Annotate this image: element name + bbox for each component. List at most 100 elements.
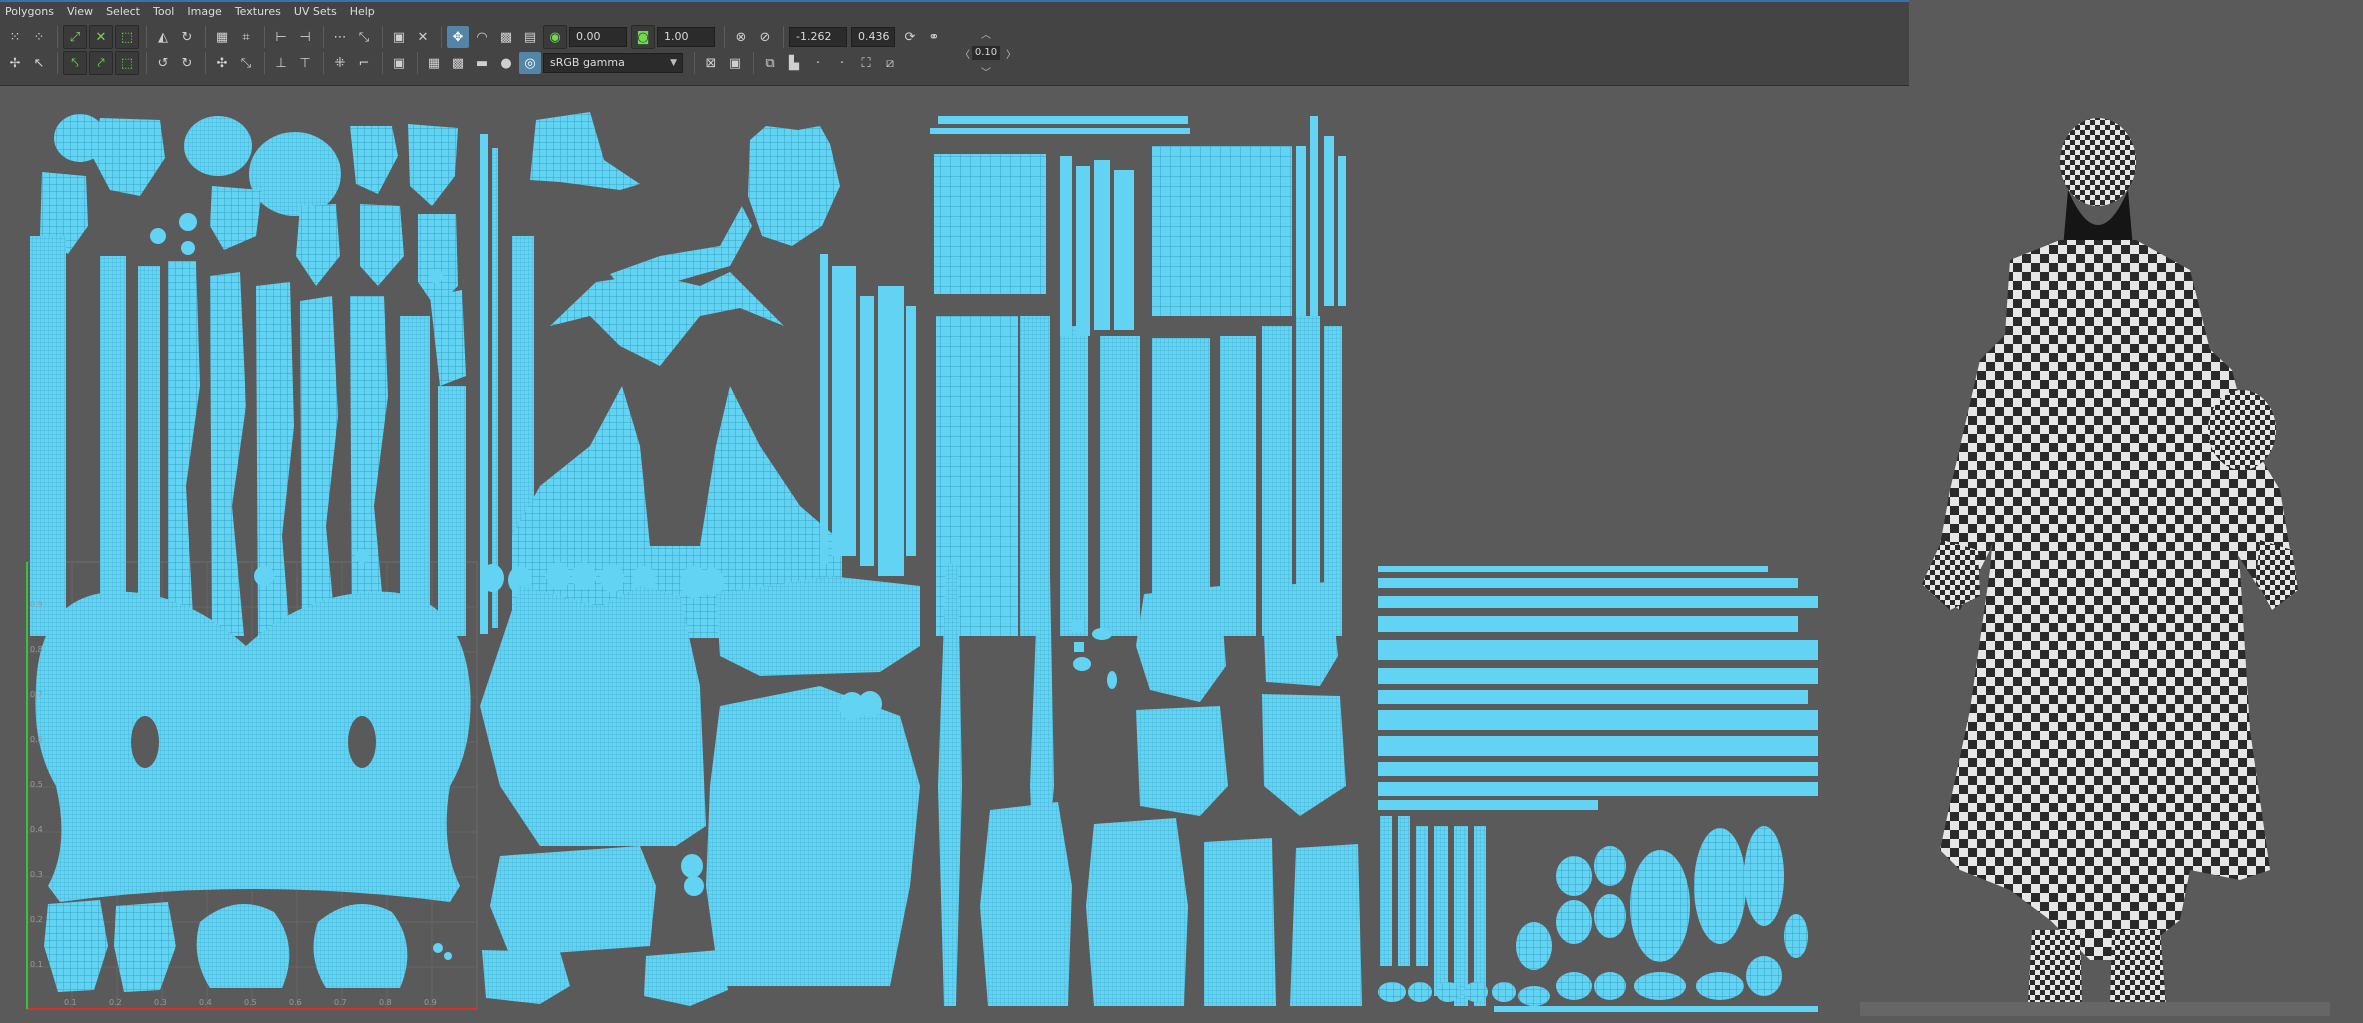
snapshot-icon[interactable]: ▣ <box>388 52 410 74</box>
save-image-icon[interactable]: ▙ <box>783 52 805 74</box>
copy-uv-icon[interactable]: ⊗ <box>730 26 752 48</box>
scale-uv-icon[interactable]: ⤡ <box>235 52 257 74</box>
color-management-icon[interactable]: ● <box>495 52 517 74</box>
gamma-field[interactable]: 1.00 <box>657 27 715 47</box>
v-tick-label: 0.4 <box>30 825 43 834</box>
mirror-u-icon[interactable]: ◭ <box>152 26 174 48</box>
crop-icon[interactable]: ⛶ <box>855 52 877 74</box>
link-icon[interactable]: ⚭ <box>923 26 945 48</box>
v-tick-label: 0.5 <box>30 780 43 789</box>
align-right-icon[interactable]: ⊣ <box>294 26 316 48</box>
pin-uv-icon[interactable]: ⁜ <box>329 52 351 74</box>
v-tick-label: 0.7 <box>30 690 43 699</box>
shuffle-icon[interactable]: ✕ <box>412 26 434 48</box>
grid-snap-icon[interactable]: ⌗ <box>235 26 257 48</box>
wireframe-display-icon[interactable]: ▩ <box>447 52 469 74</box>
distribute-icon[interactable]: ⋯ <box>329 26 351 48</box>
chevron-down-icon[interactable]: ﹀ <box>981 64 991 79</box>
u-coordinate-field[interactable]: -1.262 <box>789 27 847 47</box>
toolbar-divider <box>264 26 265 48</box>
toolbar-divider <box>323 26 324 48</box>
v-coordinate-field[interactable]: 0.436 <box>851 27 895 47</box>
chevron-right-icon[interactable]: 〉 <box>1006 46 1016 61</box>
color-space-dropdown[interactable]: sRGB gamma ▼ <box>543 53 683 73</box>
checkered-character-model <box>1922 118 2298 1004</box>
step-value-field[interactable]: 0.10 <box>972 46 1000 60</box>
shaded-display-icon[interactable]: ▦ <box>423 52 445 74</box>
color-space-value: sRGB gamma <box>550 56 625 69</box>
frame-icon[interactable]: ▣ <box>724 52 746 74</box>
toolbar-divider <box>382 52 383 74</box>
toolbar-divider <box>753 52 754 74</box>
texture-display-icon[interactable]: ✥ <box>447 26 469 48</box>
paste-uv-icon[interactable]: ⊘ <box>754 26 776 48</box>
view-transform-icon[interactable]: ◎ <box>519 52 541 74</box>
chevron-up-icon[interactable]: ︿ <box>981 26 991 41</box>
u-tick-label: 0.5 <box>244 998 257 1007</box>
copy-icon[interactable]: ⧉ <box>759 52 781 74</box>
refresh-icon[interactable]: ⟳ <box>899 26 921 48</box>
isolate-icon[interactable]: ⊠ <box>700 52 722 74</box>
exposure-field[interactable]: 0.00 <box>569 27 627 47</box>
v-tick-label: 0.3 <box>30 870 43 879</box>
menu-image[interactable]: Image <box>182 2 229 22</box>
u-tick-label: 0.6 <box>289 998 302 1007</box>
menu-help[interactable]: Help <box>345 2 383 22</box>
menu-view[interactable]: View <box>62 2 101 22</box>
toolbar-row-2: ✢ ↖ ⤣ ⤤ ⬚ ↺ ↻ ✣ ⤡ ⊥ ⊤ ⁜ ⌐ ▣ ▦ ▩ ▬ ● ◎ sR… <box>4 51 903 75</box>
toolbar-divider <box>205 26 206 48</box>
align-bottom-icon[interactable]: ⊥ <box>270 52 292 74</box>
uv-shells-cluster-3 <box>930 116 1346 636</box>
u-tick-label: 0.9 <box>424 998 437 1007</box>
layout-uv-icon[interactable]: ⬚ <box>115 25 139 49</box>
exposure-icon[interactable]: ◉ <box>543 25 567 49</box>
uv-canvas[interactable]: 0.1 0.1 0.2 0.2 0.3 0.3 0.4 0.4 0.5 0.5 0.6 0.6 0.7 0… <box>0 86 1860 1016</box>
rotate-ccw-icon[interactable]: ↺ <box>152 52 174 74</box>
checker-display-icon[interactable]: ▩ <box>495 26 517 48</box>
uv-options-icon[interactable]: · <box>807 52 829 74</box>
u-tick-label: 0.1 <box>64 998 77 1007</box>
rotate-uv-icon[interactable]: ↻ <box>176 26 198 48</box>
split-icon[interactable]: ⧄ <box>879 52 901 74</box>
menu-tool[interactable]: Tool <box>148 2 182 22</box>
toolbar-divider <box>694 52 695 74</box>
flip-uv-icon[interactable]: ✕ <box>89 25 113 49</box>
menu-bar: Polygons View Select Tool Image Textures… <box>0 2 1909 22</box>
cut-uv-icon[interactable]: ⬚ <box>115 51 139 75</box>
v-tick-label: 0.8 <box>30 645 43 654</box>
toolbar-divider <box>724 26 725 48</box>
toolbar-divider <box>57 52 58 74</box>
toolbar-divider <box>783 26 784 48</box>
normalize-uv-icon[interactable]: ⤢ <box>63 25 87 49</box>
select-uv-icon[interactable]: ⁙ <box>4 26 26 48</box>
toolbar-divider <box>146 26 147 48</box>
viewport-status-strip <box>1860 1002 2330 1016</box>
toolbar-divider <box>382 26 383 48</box>
align-left-icon[interactable]: ⊢ <box>270 26 292 48</box>
grid-uv-icon[interactable]: ▦ <box>211 26 233 48</box>
image-ratio-icon[interactable]: ▤ <box>519 26 541 48</box>
menu-textures[interactable]: Textures <box>230 2 289 22</box>
menu-uv-sets[interactable]: UV Sets <box>289 2 345 22</box>
character-viewport[interactable] <box>1860 110 2310 1015</box>
toolbar-divider <box>57 26 58 48</box>
sew-uv-icon[interactable]: ⤤ <box>89 51 113 75</box>
image-view-icon[interactable]: ▣ <box>388 26 410 48</box>
straighten-icon[interactable]: ⌐ <box>353 52 375 74</box>
uv-options-2-icon[interactable]: · <box>831 52 853 74</box>
gamma-icon[interactable]: ◙ <box>631 25 655 49</box>
v-tick-label: 0.1 <box>30 960 43 969</box>
move-uv-icon[interactable]: ✢ <box>4 52 26 74</box>
snap-points-icon[interactable]: ✣ <box>211 52 233 74</box>
select-shell-icon[interactable]: ↖ <box>28 52 50 74</box>
select-edge-icon[interactable]: ⁘ <box>28 26 50 48</box>
lasso-icon[interactable]: ◠ <box>471 26 493 48</box>
align-top-icon[interactable]: ⊤ <box>294 52 316 74</box>
unfold-uv-icon[interactable]: ⤣ <box>63 51 87 75</box>
rotate-cw-icon[interactable]: ↻ <box>176 52 198 74</box>
distortion-display-icon[interactable]: ▬ <box>471 52 493 74</box>
stack-icon[interactable]: ⤡ <box>353 26 375 48</box>
chevron-left-icon[interactable]: 〈 <box>960 46 970 61</box>
menu-select[interactable]: Select <box>101 2 148 22</box>
menu-polygons[interactable]: Polygons <box>0 2 62 22</box>
